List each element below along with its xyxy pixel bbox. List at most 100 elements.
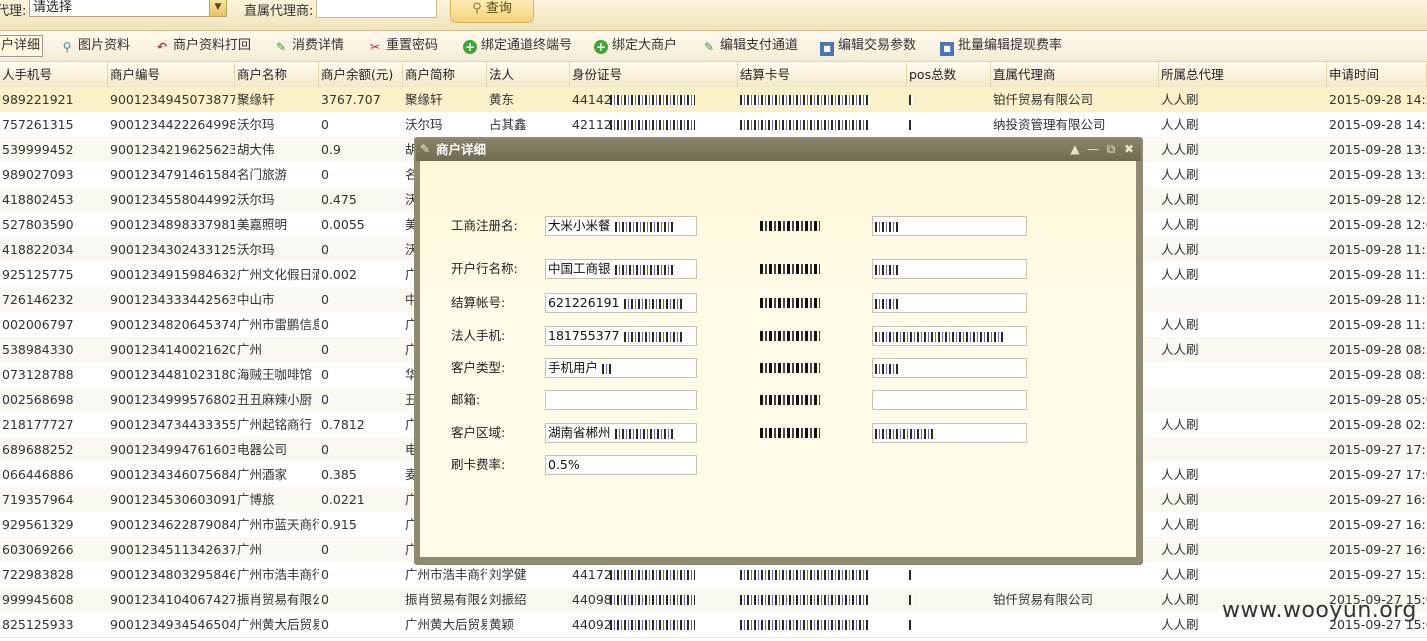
column-header[interactable]: 身份证号 [570,62,738,87]
table-cell: 0.915 [321,517,357,532]
field-value[interactable] [545,390,697,410]
tb-bind-terminal[interactable]: + 绑定通道终端号 [463,36,572,56]
redacted-field-label [760,363,820,373]
redacted-field-value[interactable] [872,358,1027,378]
field-value[interactable]: 大米小米餐 [545,216,697,236]
close-icon[interactable]: ✖ [1122,142,1136,156]
redaction-mark [909,570,913,580]
table-cell: 振肖贸易有限公 [405,592,487,607]
redaction-mark [740,570,870,580]
table-cell: 073128788 [2,367,74,382]
table-row[interactable]: 757261315 9001234422264998 沃尔玛 0 沃尔玛 占其鑫 42112… [0,112,1427,138]
table-cell: 2015-09-27 16:14 [1329,517,1427,532]
table-row[interactable]: 825125933 9001234934546504 广州黄大后贸易 0 广州黄大后贸易… [0,612,1427,638]
tb-merchant-detail[interactable]: 户详细 [0,35,44,57]
column-header[interactable]: pos总数 [907,62,991,87]
table-cell: 广州市雷鹏信息 [237,317,319,332]
table-row[interactable]: 989221921 9001234945073877 聚缘轩 3767.707 聚缘轩黄… [0,87,1427,113]
query-button[interactable]: ⚲ 查询 [450,0,534,23]
table-cell: 2015-09-28 12:07 [1329,217,1427,232]
redacted-field-value[interactable] [872,216,1027,236]
table-cell: 2015-09-28 13:31 [1329,142,1427,157]
column-header[interactable]: 商户余额(元) [319,62,403,87]
column-header[interactable]: 法人 [487,62,570,87]
field-value-text: 0.5% [548,457,580,472]
magnifier-icon: ⚲ [62,40,72,54]
minimize-icon[interactable]: — [1086,142,1100,156]
column-header[interactable]: 申请时间 [1327,62,1427,87]
tb-consume-detail[interactable]: ✎ 消费详情 [274,36,344,56]
field-value[interactable]: 中国工商银 [545,259,697,279]
chevron-down-icon[interactable]: ▼ [209,0,226,16]
table-cell: 825125933 [2,617,74,632]
table-cell: 人人刷 [1161,117,1199,132]
column-header[interactable]: 商户名称 [235,62,319,87]
column-header[interactable]: 商户编号 [108,62,235,87]
watermark: www.wooyun.org [1222,598,1417,623]
tb-bind-merchant[interactable]: + 绑定大商户 [594,36,677,56]
column-header[interactable]: 商户简称 [403,62,487,87]
table-row[interactable]: 999945608 9001234104067427 振肖贸易有限公 0 振肖贸易有限公… [0,587,1427,613]
redacted-field-value[interactable] [872,390,1027,410]
redacted-field-value[interactable] [872,293,1027,313]
redaction-mark [875,298,900,309]
table-cell: 广州 [237,342,263,357]
column-header[interactable]: 所属总代理 [1159,62,1327,87]
pencil-icon: ✎ [275,40,287,54]
field-value[interactable]: 0.5% [545,455,697,475]
tb-bind-terminal-label: 绑定通道终端号 [481,38,573,53]
redaction-mark [875,264,900,275]
table-row[interactable]: 722983828 9001234803295846 广州市浩丰商行 0 广州市浩丰商行… [0,562,1427,588]
field-value[interactable]: 621226191 [545,293,697,313]
field-value[interactable]: 181755377 [545,326,697,346]
modal-titlebar[interactable]: ✎ 商户详细 ▲ — ⧉ ✖ [416,139,1141,161]
column-header[interactable]: 直属代理商 [991,62,1159,87]
redaction-mark [909,595,913,605]
field-label: 邮箱: [451,392,481,407]
redaction-mark [610,595,695,605]
field-value-text: 181755377 [548,328,620,343]
tb-reset-password[interactable]: ✂ 重置密码 [368,36,438,56]
table-cell: 539999452 [2,142,74,157]
table-cell: 0 [321,617,329,632]
table-cell: 9001234945073877 [110,92,235,107]
column-header[interactable]: 结算卡号 [738,62,907,87]
table-cell: 929561329 [2,517,74,532]
field-value[interactable]: 手机用户 [545,358,697,378]
redaction-mark [610,620,695,630]
table-cell: 9001234333442563 [110,292,235,307]
direct-agent-input[interactable] [316,0,437,18]
collapse-icon[interactable]: ▲ [1068,142,1082,156]
redacted-field-value[interactable] [872,259,1027,279]
redacted-field-value[interactable] [872,326,1027,346]
table-cell: 丑丑麻辣小厨 [237,392,313,407]
table-cell: 广州黄大后贸易 [237,617,319,632]
tb-batch-rate[interactable]: ■ 批量编辑提现费率 [940,36,1062,56]
table-cell: 人人刷 [1161,267,1199,282]
table-cell: 广州文化假日酒 [237,267,319,282]
tb-edit-channel[interactable]: ✎ 编辑支付通道 [702,36,798,56]
table-cell [907,112,991,137]
direct-agent-label: 直属代理商: [244,4,314,19]
redacted-field-value[interactable] [872,423,1027,443]
table-cell: 9001234622879084 [110,517,235,532]
table-cell: 2015-09-27 17:31 [1329,442,1427,457]
tb-consume-detail-label: 消费详情 [292,38,345,53]
table-cell: 广州市浩丰商行 [405,567,487,582]
tb-merchant-return[interactable]: ↶ 商户资料打回 [155,36,251,56]
tb-edit-params[interactable]: ■ 编辑交易参数 [820,36,916,56]
agent-select-value: 请选择 [33,0,73,15]
table-cell: 铂仟贸易有限公司 [993,92,1094,107]
table-cell: 0.002 [321,267,357,282]
tb-picture-info[interactable]: ⚲ 图片资料 [60,36,130,56]
table-cell: 沃尔玛 [405,117,443,132]
modal-body-glow [420,161,1136,301]
column-header[interactable]: 人手机号 [0,62,108,87]
agent-select[interactable]: 请选择 ▼ [29,0,227,17]
field-value[interactable]: 湖南省郴州 [545,423,697,443]
maximize-icon[interactable]: ⧉ [1104,142,1118,156]
table-cell: 9001234803295846 [110,567,235,582]
table-cell: 9001234346075684 [110,467,235,482]
redaction-mark [740,595,870,605]
table-cell: 603069266 [2,542,74,557]
